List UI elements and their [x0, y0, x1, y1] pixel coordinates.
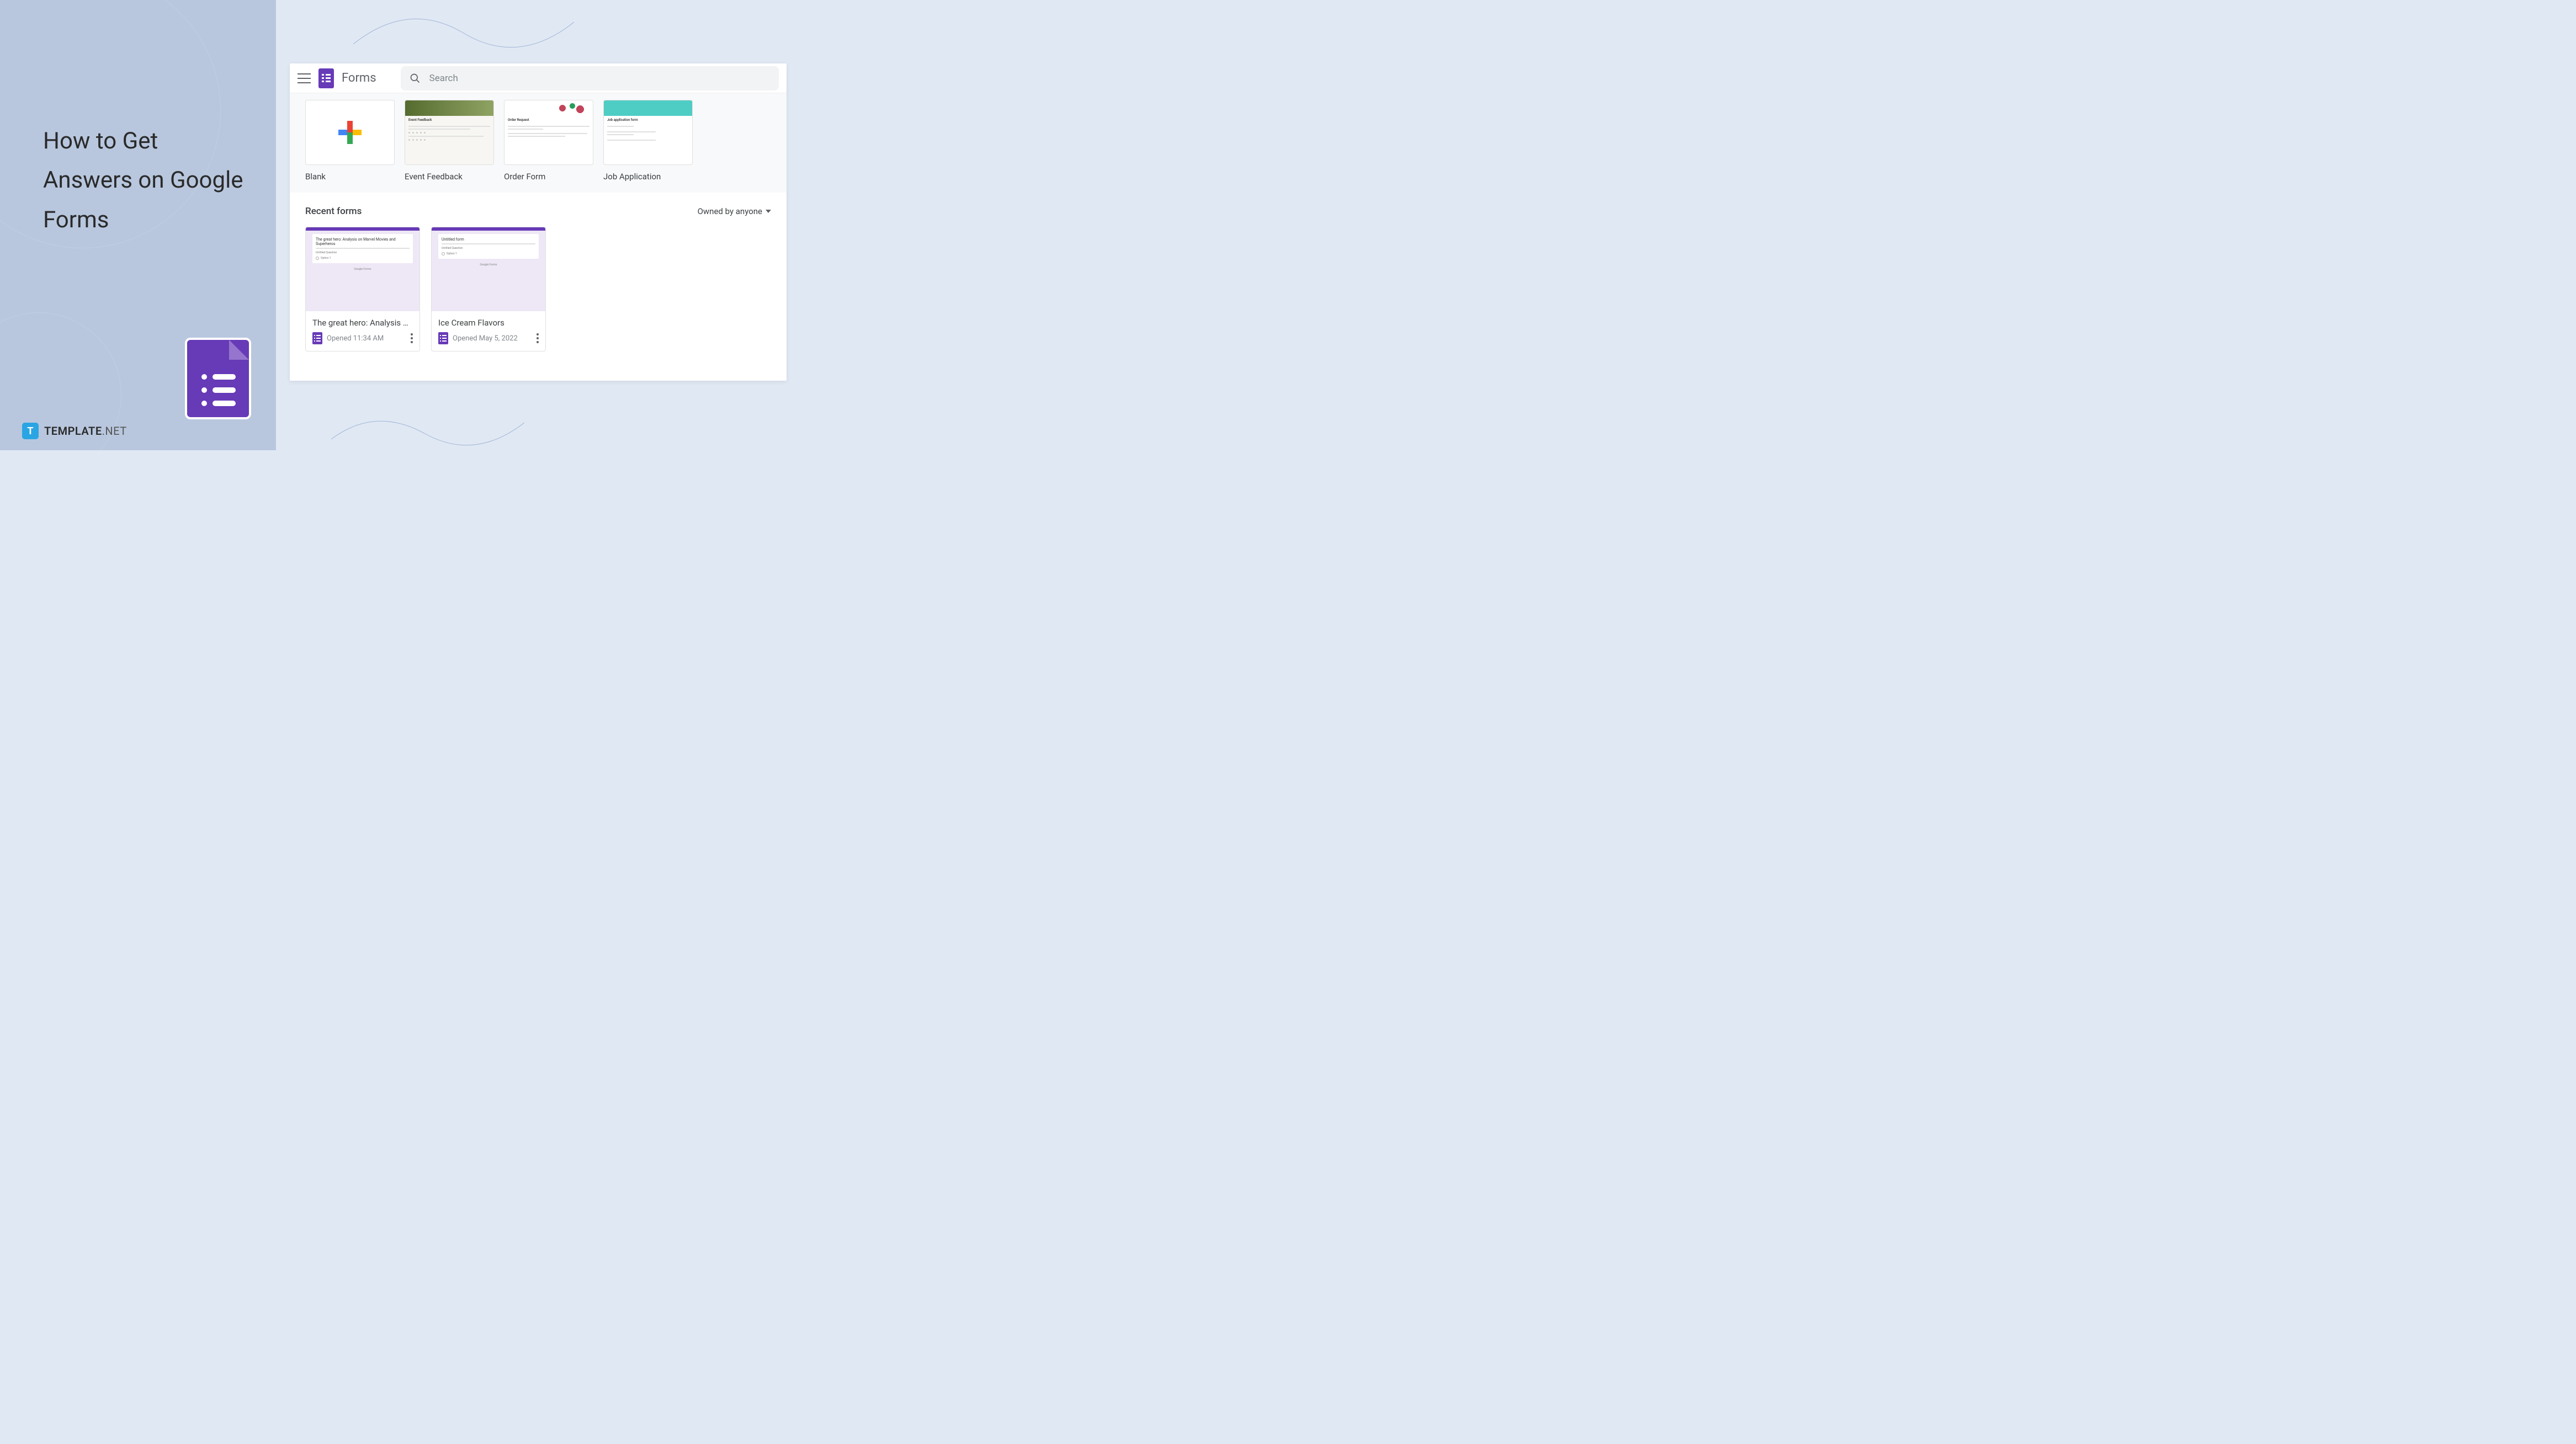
brand-logo: T TEMPLATE.NET — [22, 423, 127, 439]
template-label: Job Application — [603, 172, 693, 182]
recent-grid: The great hero: Analysis on Marvel Movie… — [305, 227, 771, 351]
google-forms-logo-icon — [318, 68, 334, 88]
template-blank: Blank — [305, 100, 395, 182]
page-title: How to Get Answers on Google Forms — [43, 121, 253, 239]
recent-form-name: The great hero: Analysis o... — [312, 318, 413, 328]
recent-opened-label: Opened May 5, 2022 — [453, 334, 532, 343]
brand-badge-icon: T — [22, 423, 39, 439]
template-thumb-job[interactable]: Job application form — [603, 100, 693, 165]
recent-form-card[interactable]: Untitled form Untitled Question Option 1… — [431, 227, 546, 351]
ownership-filter-dropdown[interactable]: Owned by anyone — [698, 206, 771, 216]
decorative-wave — [331, 384, 524, 494]
chevron-down-icon — [766, 210, 771, 213]
template-thumb-blank[interactable] — [305, 100, 395, 165]
google-forms-app: Forms Search Blank — [290, 63, 787, 381]
brand-text: TEMPLATE.NET — [44, 424, 127, 438]
search-placeholder: Search — [429, 73, 458, 84]
template-label: Event Feedback — [405, 172, 494, 182]
recent-title: Recent forms — [305, 206, 362, 217]
recent-form-meta: Ice Cream Flavors Opened May 5, 2022 — [432, 311, 545, 351]
right-panel: Forms Search Blank — [276, 0, 804, 450]
recent-form-card[interactable]: The great hero: Analysis on Marvel Movie… — [305, 227, 420, 351]
recent-form-thumbnail: Untitled form Untitled Question Option 1… — [432, 227, 545, 311]
app-name: Forms — [342, 71, 376, 85]
template-label: Order Form — [504, 172, 593, 182]
recent-form-meta: The great hero: Analysis o... Opened 11:… — [306, 311, 419, 351]
template-order-form: Order Request Order Form — [504, 100, 593, 182]
google-forms-icon — [438, 332, 448, 344]
search-icon — [410, 73, 421, 84]
template-thumb-order[interactable]: Order Request — [504, 100, 593, 165]
template-event-feedback: Event Feedback Event Feedback — [405, 100, 494, 182]
recent-form-thumbnail: The great hero: Analysis on Marvel Movie… — [306, 227, 419, 311]
search-input[interactable]: Search — [401, 66, 779, 90]
google-forms-logo-large — [185, 338, 251, 419]
template-job-application: Job application form Job Application — [603, 100, 693, 182]
left-panel: How to Get Answers on Google Forms T TEM… — [0, 0, 276, 450]
google-forms-icon — [312, 332, 322, 344]
template-thumb-event[interactable]: Event Feedback — [405, 100, 494, 165]
recent-header: Recent forms Owned by anyone — [305, 206, 771, 217]
templates-gallery: Blank Event Feedback Event Feedback — [290, 93, 787, 193]
plus-icon — [338, 121, 362, 144]
recent-section: Recent forms Owned by anyone The great h… — [290, 193, 787, 365]
template-label: Blank — [305, 172, 395, 182]
app-header: Forms Search — [290, 63, 787, 93]
more-options-icon[interactable] — [411, 333, 413, 343]
recent-form-name: Ice Cream Flavors — [438, 318, 539, 328]
more-options-icon[interactable] — [537, 333, 539, 343]
recent-opened-label: Opened 11:34 AM — [327, 334, 406, 343]
hamburger-menu-icon[interactable] — [298, 73, 311, 83]
